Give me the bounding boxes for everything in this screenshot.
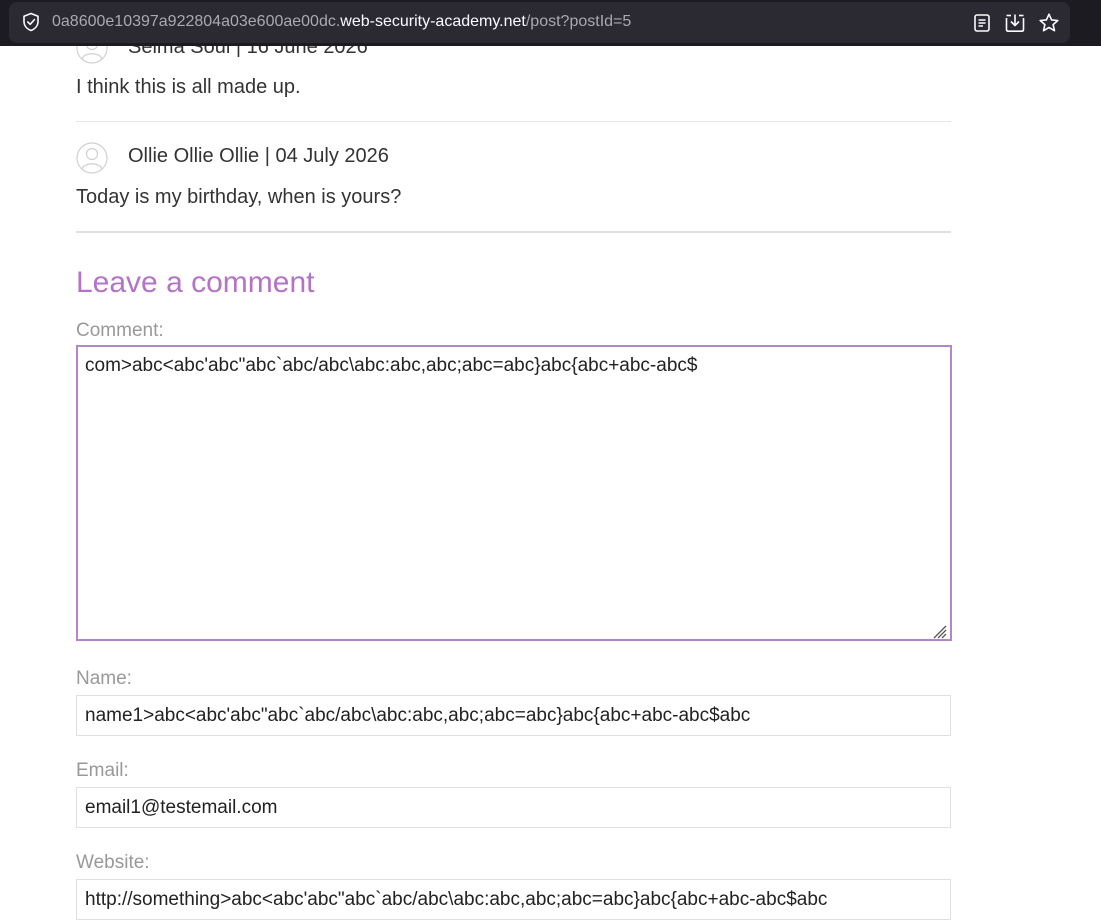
email-label: Email:	[76, 760, 129, 781]
comment-label: Comment:	[76, 320, 164, 341]
website-input[interactable]	[76, 879, 951, 920]
comment-text: Today is my birthday, when is yours?	[76, 186, 402, 208]
reader-view-icon[interactable]	[971, 12, 993, 34]
name-label: Name:	[76, 668, 132, 689]
comment-textarea[interactable]: com>abc<abc'abc"abc`abc/abc\abc:abc,abc;…	[76, 345, 952, 641]
shield-icon[interactable]	[21, 12, 41, 32]
email-input[interactable]	[76, 787, 951, 828]
bookmark-star-icon[interactable]	[1038, 12, 1060, 34]
url-subdomain: 0a8600e10397a922804a03e600ae00dc.	[52, 13, 341, 30]
comment-text: I think this is all made up.	[76, 76, 301, 98]
url-text[interactable]: 0a8600e10397a922804a03e600ae00dc.web-sec…	[52, 13, 631, 31]
comment-author-date: Ollie Ollie Ollie | 04 July 2026	[128, 145, 389, 167]
download-icon[interactable]	[1004, 12, 1026, 34]
leave-comment-heading: Leave a comment	[76, 266, 315, 299]
browser-toolbar: 0a8600e10397a922804a03e600ae00dc.web-sec…	[0, 0, 1101, 46]
url-path: /post?postId=5	[525, 13, 632, 30]
comment-divider	[76, 121, 951, 122]
website-label: Website:	[76, 852, 150, 873]
name-input[interactable]	[76, 695, 951, 736]
section-divider	[76, 231, 951, 233]
url-domain: web-security-academy.net	[340, 13, 526, 30]
url-bar[interactable]: 0a8600e10397a922804a03e600ae00dc.web-sec…	[9, 2, 1070, 43]
avatar-icon	[76, 142, 108, 174]
